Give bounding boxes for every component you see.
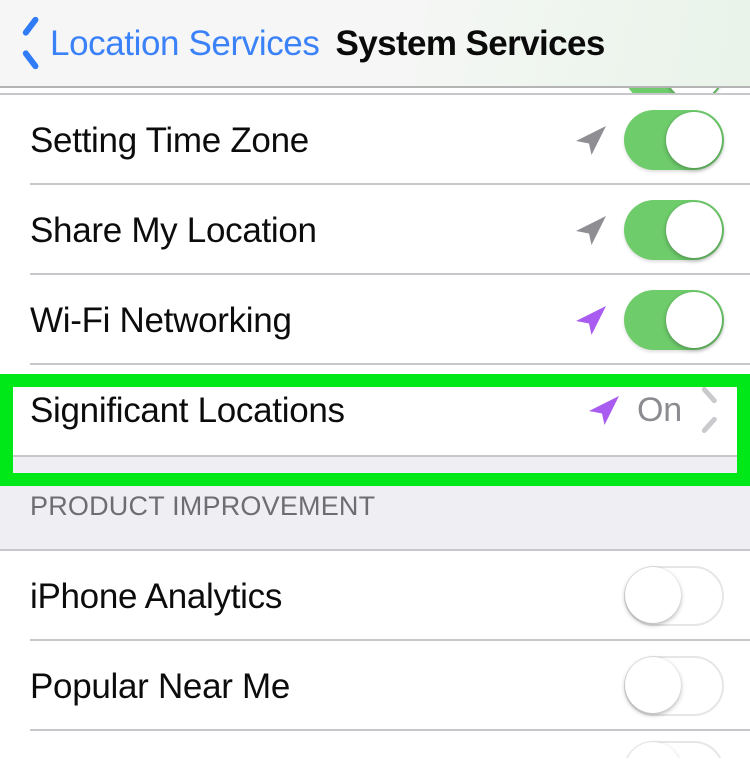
row-setting-time-zone[interactable]: Setting Time Zone [0,95,750,185]
location-arrow-icon [589,396,620,425]
partial-row-top [0,88,750,95]
row-label: Significant Locations [30,390,345,430]
location-arrow-icon [576,126,606,155]
back-button-label: Location Services [50,23,320,63]
settings-screen: Location Services System Services Settin… [0,0,750,777]
page-title: System Services [335,23,605,63]
row-controls [624,656,724,716]
partial-row-bottom [0,731,750,758]
navigation-bar: Location Services System Services [0,0,750,88]
toggle-popular-near-me[interactable] [624,656,724,716]
row-label: iPhone Analytics [30,576,283,616]
section-spacer [0,455,750,493]
row-share-my-location[interactable]: Share My Location [0,185,750,275]
section-header-product-improvement: PRODUCT IMPROVEMENT [0,493,750,549]
settings-group-product-improvement: iPhone Analytics Popular Near Me [0,551,750,758]
row-controls [570,200,724,260]
row-label: Wi-Fi Networking [30,300,292,340]
row-popular-near-me[interactable]: Popular Near Me [0,641,750,731]
back-button[interactable]: Location Services [18,0,320,86]
location-arrow-icon [576,306,606,335]
settings-list[interactable]: Setting Time Zone Share My Location Wi-F… [0,88,750,758]
section-header-label: PRODUCT IMPROVEMENT [30,491,376,521]
toggle-iphone-analytics[interactable] [624,566,724,626]
row-controls [624,566,724,626]
toggle-knob [625,742,681,758]
settings-group-services: Setting Time Zone Share My Location Wi-F… [0,95,750,455]
row-controls: On [583,390,724,430]
row-controls [570,290,724,350]
row-wifi-networking[interactable]: Wi-Fi Networking [0,275,750,365]
row-label: Share My Location [30,210,317,250]
chevron-left-icon [18,22,44,64]
row-value: On [637,391,682,429]
toggle-wifi-networking[interactable] [624,290,724,350]
toggle-setting-time-zone[interactable] [624,110,724,170]
chevron-right-icon [704,393,724,427]
row-label: Popular Near Me [30,666,291,706]
row-iphone-analytics[interactable]: iPhone Analytics [0,551,750,641]
row-label: Setting Time Zone [30,120,309,160]
toggle-knob [666,292,722,348]
toggle-knob [625,657,681,713]
toggle-share-my-location[interactable] [624,200,724,260]
toggle-knob [666,112,722,168]
toggle-knob [666,202,722,258]
toggle-knob [625,567,681,623]
location-arrow-icon [576,216,606,245]
toggle-partial-off[interactable] [624,741,724,758]
row-significant-locations[interactable]: Significant Locations On [0,365,750,455]
row-controls [570,110,724,170]
